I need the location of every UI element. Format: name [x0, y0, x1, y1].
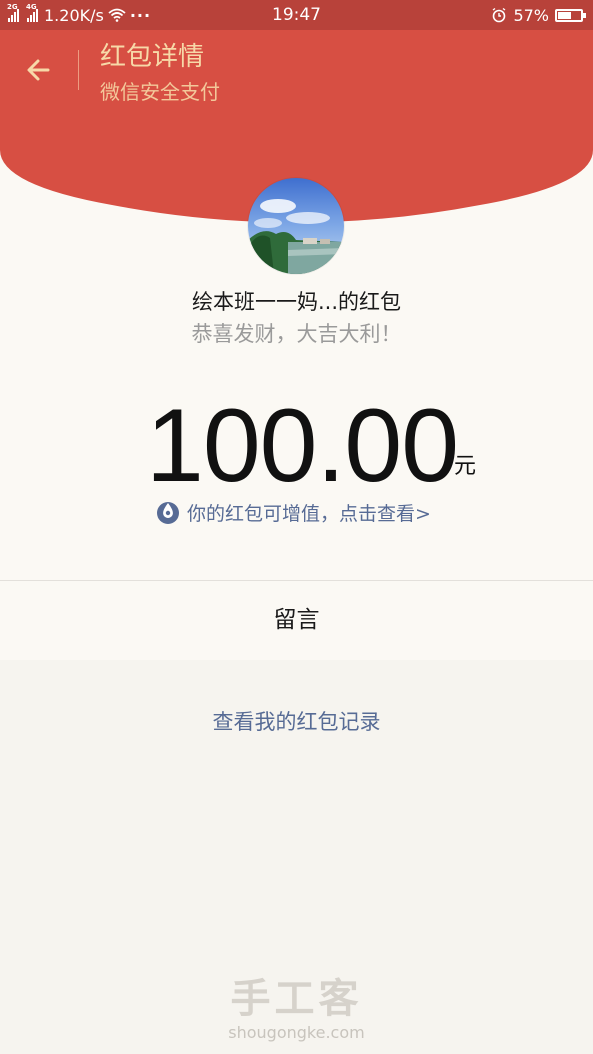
sender-name: 绘本班一一妈...的红包 [191, 290, 402, 314]
header-divider [78, 50, 79, 90]
view-records-link[interactable]: 查看我的红包记录 [0, 706, 593, 736]
watermark: 手工客 shougongke.com [0, 975, 593, 1043]
avatar-image [248, 178, 344, 274]
page-subtitle: 微信安全支付 [100, 80, 220, 104]
watermark-url: shougongke.com [228, 1023, 365, 1042]
watermark-logo: 手工客 [230, 976, 363, 1022]
invest-link-text: 你的红包可增值，点击查看> [187, 502, 431, 525]
sender-avatar[interactable] [248, 178, 344, 274]
page-title: 红包详情 [100, 42, 205, 72]
coin-drop-icon [157, 502, 179, 524]
amount-unit: 元 [454, 454, 477, 479]
back-button[interactable] [20, 50, 60, 90]
amount-value: 100.00 [146, 388, 459, 504]
invest-link[interactable]: 你的红包可增值，点击查看> [155, 497, 431, 527]
message-button[interactable]: 留言 [0, 581, 593, 659]
greeting-message: 恭喜发财，大吉大利！ [191, 322, 402, 346]
